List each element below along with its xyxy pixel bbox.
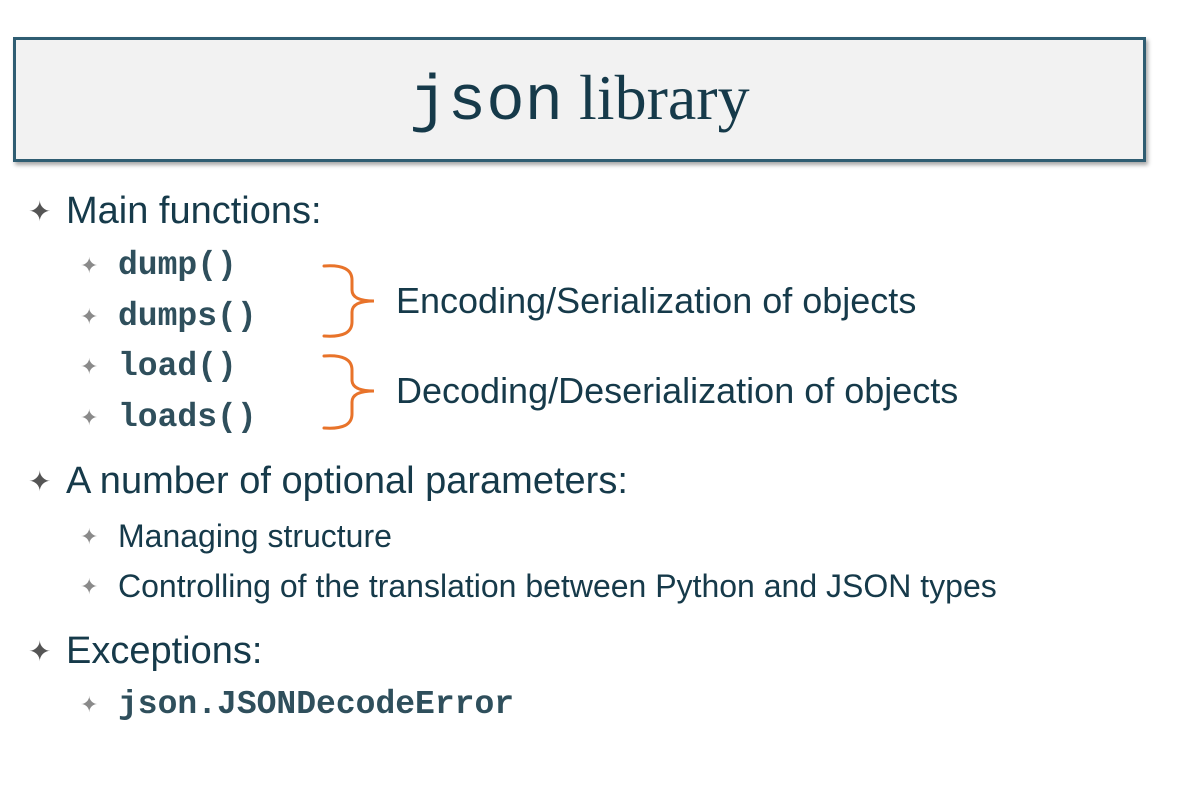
parameter-item: ✦ Controlling of the translation between… [80,568,997,605]
parameter-text: Managing structure [118,518,392,554]
bullet-optional-parameters: ✦ A number of optional parameters: [28,460,628,503]
star-bullet-icon: ✦ [28,466,52,497]
bullet-text: Exceptions: [66,630,263,672]
bullet-exceptions: ✦ Exceptions: [28,630,262,673]
star-bullet-icon: ✦ [80,523,99,549]
star-bullet-icon: ✦ [28,636,52,667]
decoding-label: Decoding/Deserialization of objects [396,370,959,411]
exception-name: json.JSONDecodeError [118,686,515,723]
decoding-brace-icon [322,354,375,430]
encoding-label: Encoding/Serialization of objects [396,280,917,321]
bullet-text: A number of optional parameters: [66,460,628,502]
star-bullet-icon: ✦ [80,573,99,599]
parameter-item: ✦ Managing structure [80,518,392,555]
encoding-brace-icon [322,264,375,338]
exception-item: ✦ json.JSONDecodeError [80,686,514,723]
star-bullet-icon: ✦ [80,691,99,717]
parameter-text: Controlling of the translation between P… [118,568,997,604]
